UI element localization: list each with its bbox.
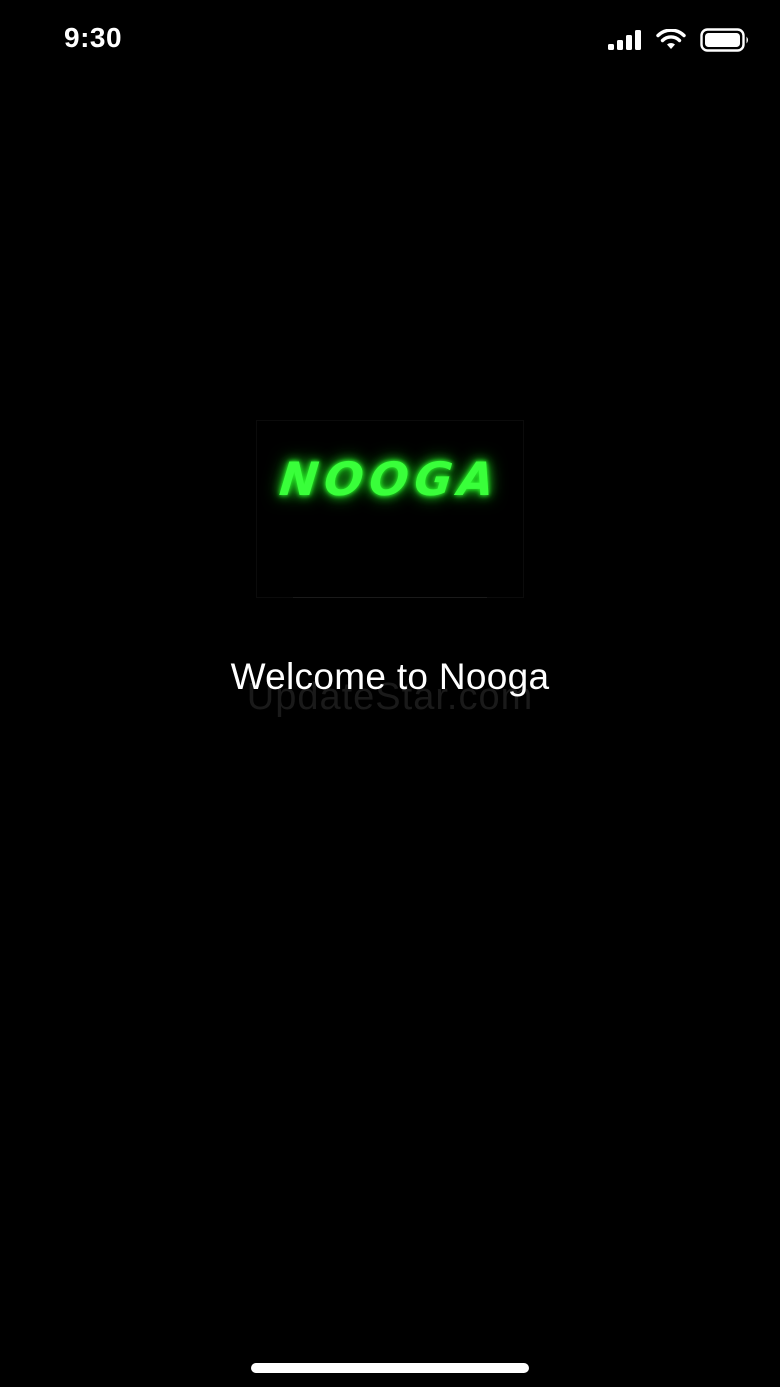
logo-frame bbox=[256, 420, 524, 598]
nooga-logo: NOOGA bbox=[277, 452, 503, 506]
splash-screen: NOOGA UpdateStar.com Welcome to Nooga bbox=[0, 0, 780, 1387]
home-indicator[interactable] bbox=[251, 1363, 529, 1373]
welcome-message: Welcome to Nooga bbox=[230, 656, 550, 697]
